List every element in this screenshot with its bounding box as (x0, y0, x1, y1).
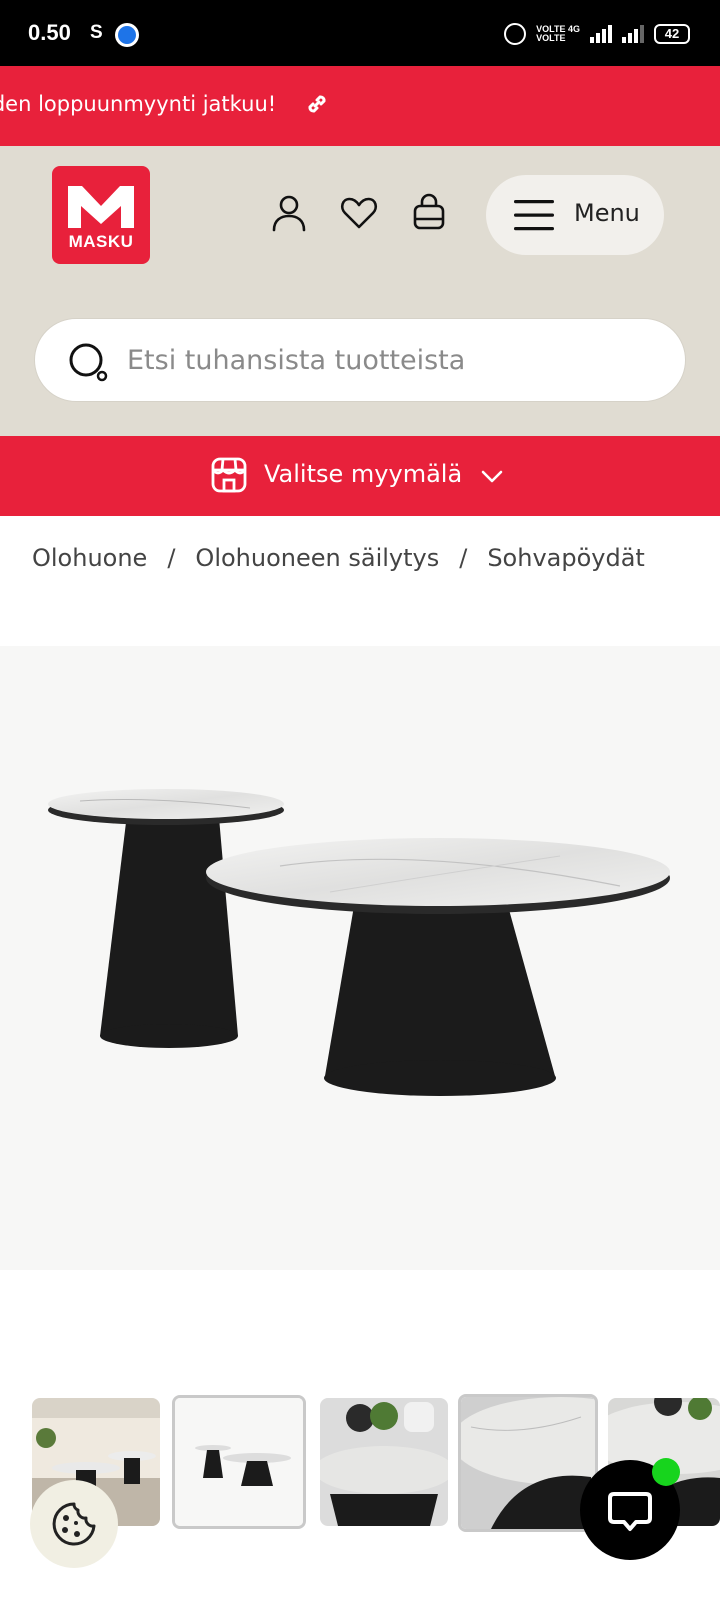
logo-m-icon (68, 186, 134, 228)
search-bar[interactable] (34, 318, 686, 402)
menu-button[interactable]: Menu (486, 175, 664, 255)
thumbnail-2-selected[interactable] (172, 1395, 306, 1529)
user-icon[interactable] (268, 192, 310, 234)
battery-indicator: 42 (654, 24, 690, 44)
menu-label: Menu (574, 199, 640, 227)
masku-logo[interactable]: MASKU (52, 166, 150, 264)
thumbnail-4[interactable] (458, 1394, 598, 1532)
breadcrumb-item-olohuone[interactable]: Olohuone (32, 544, 147, 572)
coffee-tables-image (48, 789, 670, 1096)
search-input[interactable] (127, 319, 657, 401)
logo-text: MASKU (68, 232, 134, 251)
status-time: 0.50 (28, 20, 71, 45)
alarm-icon (504, 23, 527, 45)
promo-text[interactable]: iden loppuunmyynti jatkuu! (0, 92, 276, 116)
store-selector-label: Valitse myymälä (264, 460, 463, 488)
bag-icon[interactable] (408, 192, 450, 234)
cookie-settings-button[interactable] (30, 1480, 118, 1568)
chat-bubble-icon (608, 1492, 652, 1531)
status-carrier-letter: S (90, 22, 103, 43)
status-indicators: VOLTE 4G VOLTE 42 (504, 20, 690, 48)
store-icon (211, 457, 247, 493)
cookie-icon (52, 1502, 96, 1546)
hamburger-icon (514, 200, 554, 231)
search-icon (69, 343, 108, 382)
site-header: MASKU Menu (0, 146, 720, 436)
breadcrumb-item-olohuoneen-sailytys[interactable]: Olohuoneen säilytys (195, 544, 439, 572)
store-selector[interactable]: Valitse myymälä (0, 436, 720, 516)
volte-indicator: VOLTE 4G VOLTE (536, 24, 580, 43)
chat-online-indicator (652, 1458, 680, 1486)
product-main-image[interactable] (0, 646, 720, 1270)
link-icon[interactable] (305, 92, 329, 116)
signal-icon-2 (622, 25, 644, 43)
chevron-down-icon (481, 470, 503, 483)
signal-icon (590, 25, 612, 43)
breadcrumb: Olohuone / Olohuoneen säilytys / Sohvapö… (32, 544, 645, 572)
promo-banner[interactable]: iden loppuunmyynti jatkuu! (0, 66, 720, 146)
heart-icon[interactable] (338, 192, 380, 234)
breadcrumb-separator: / (459, 544, 468, 572)
status-bar: 0.50 S VOLTE 4G VOLTE 42 (0, 0, 720, 66)
thumbnail-3[interactable] (320, 1398, 448, 1526)
breadcrumb-item-sohvapoydat[interactable]: Sohvapöydät (487, 544, 645, 572)
messenger-icon (115, 23, 139, 47)
breadcrumb-separator: / (167, 544, 176, 572)
